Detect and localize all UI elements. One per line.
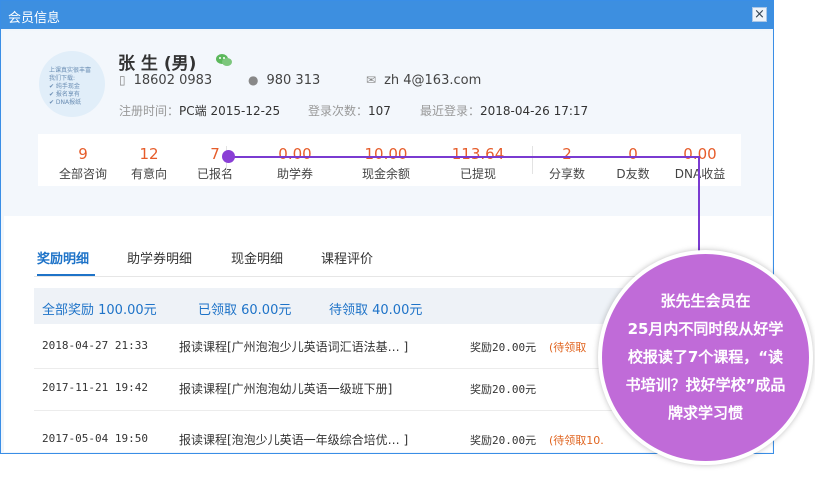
stat-label: DNA收益 — [674, 167, 726, 181]
stat-cash-balance[interactable]: 10.00 现金余额 — [350, 146, 422, 182]
qq-number: 980 313 — [266, 73, 321, 88]
stat-value: 9 — [78, 145, 88, 163]
email-contact: ✉ zh 4@163.com — [366, 73, 481, 88]
row-description: 报读课程[广州泡泡少儿英语词汇语法基… ] — [179, 340, 409, 354]
stat-intent[interactable]: 12 有意向 — [124, 146, 174, 182]
row-amount: 奖励20.00元 — [470, 434, 537, 447]
stat-all-inquiries[interactable]: 9 全部咨询 — [58, 146, 108, 182]
row-date: 2017-05-04 19:50 — [42, 432, 148, 445]
stat-label: 现金余额 — [361, 167, 410, 181]
stat-coupons[interactable]: 0.00 助学券 — [264, 146, 326, 182]
stat-shares[interactable]: 2 分享数 — [542, 146, 592, 182]
tab-course-reviews[interactable]: 课程评价 — [321, 248, 373, 267]
callout-connector — [231, 156, 699, 158]
last-login-label: 最近登录： — [420, 104, 481, 118]
stat-label: 有意向 — [130, 167, 167, 181]
row-date: 2017-11-21 19:42 — [42, 381, 148, 394]
stat-value: 12 — [139, 145, 159, 163]
login-value: 107 — [368, 104, 391, 118]
login-count: 登录次数：107 — [308, 102, 391, 119]
window-title: 会员信息 — [8, 11, 61, 26]
qq-icon: ● — [248, 73, 259, 87]
callout-line: 张先生会员在 — [660, 292, 751, 310]
close-button[interactable]: × — [752, 7, 767, 22]
stats-bar: 9 全部咨询 12 有意向 7 已报名 0.00 助学券 10.00 现金余额 … — [38, 134, 741, 186]
stat-value: 113.64 — [451, 145, 505, 163]
callout-line: 25月内不同时段从好学 — [627, 320, 784, 338]
row-date: 2018-04-27 21:33 — [42, 339, 148, 352]
stat-value: 0 — [628, 145, 638, 163]
tab-cash-details[interactable]: 现金明细 — [231, 248, 283, 267]
stat-value: 0.00 — [278, 145, 312, 163]
stat-label: 已提现 — [459, 167, 496, 181]
login-label: 登录次数： — [308, 104, 369, 118]
row-amount: 奖励20.00元 — [470, 341, 537, 354]
summary-received[interactable]: 已领取 60.00元 — [198, 299, 291, 318]
avatar-image-text: 上课真实很丰富 我们下载: ✔ 纯手现金 ✔ 报名享有 ✔ DNA报纸 — [49, 67, 92, 106]
row-amount: 奖励20.00元 — [470, 383, 537, 396]
register-time: 注册时间：PC端 2015-12-25 — [119, 102, 280, 119]
callout-bubble: 张先生会员在 25月内不同时段从好学 校报读了7个课程，“读 书培训？找好学校”… — [598, 250, 813, 465]
callout-line: 校报读了7个课程，“读 — [627, 348, 784, 366]
summary-pending[interactable]: 待领取 40.00元 — [329, 299, 422, 318]
profile-panel: 上课真实很丰富 我们下载: ✔ 纯手现金 ✔ 报名享有 ✔ DNA报纸 张 生 … — [4, 31, 772, 216]
qq-contact: ● 980 313 — [248, 73, 320, 88]
email-address: zh 4@163.com — [384, 73, 482, 88]
mail-icon: ✉ — [366, 73, 377, 87]
callout-line: 牌求学习惯 — [667, 404, 743, 422]
callout-line: 书培训？找好学校”成品 — [625, 376, 786, 394]
stat-withdrawn[interactable]: 113.64 已提现 — [444, 146, 512, 182]
stat-label: 已报名 — [196, 167, 233, 181]
row-description: 报读课程[泡泡少儿英语一年级综合培优… ] — [179, 433, 409, 447]
stat-value: 10.00 — [364, 145, 408, 163]
avatar[interactable]: 上课真实很丰富 我们下载: ✔ 纯手现金 ✔ 报名享有 ✔ DNA报纸 — [39, 51, 105, 117]
last-login: 最近登录：2018-04-26 17:17 — [420, 102, 588, 119]
divider — [532, 146, 533, 174]
register-value: PC端 2015-12-25 — [179, 104, 281, 118]
wechat-icon[interactable] — [216, 53, 232, 67]
phone-icon: ▯ — [119, 73, 126, 87]
title-bar: 会员信息 × — [1, 1, 773, 29]
stat-label: D友数 — [616, 167, 650, 181]
phone-number: 18602 0983 — [133, 73, 213, 88]
callout-connector-vertical — [698, 156, 700, 252]
stat-d-friends[interactable]: 0 D友数 — [608, 146, 658, 182]
stat-value: 0.00 — [683, 145, 717, 163]
row-description: 报读课程[广州泡泡幼儿英语一级班下册] — [179, 382, 393, 396]
callout-anchor-dot — [222, 150, 235, 163]
stat-value: 2 — [562, 145, 572, 163]
tab-reward-details[interactable]: 奖励明细 — [37, 248, 89, 267]
stat-label: 全部咨询 — [58, 167, 107, 181]
register-label: 注册时间： — [119, 104, 180, 118]
stat-dna-earnings[interactable]: 0.00 DNA收益 — [670, 146, 730, 182]
summary-total[interactable]: 全部奖励 100.00元 — [42, 299, 157, 318]
stat-label: 助学券 — [276, 167, 313, 181]
member-name: 张 生 (男) — [118, 54, 197, 74]
last-login-value: 2018-04-26 17:17 — [480, 104, 589, 118]
row-status: (待领取 — [549, 341, 587, 354]
tab-coupon-details[interactable]: 助学券明细 — [127, 248, 192, 267]
stat-label: 分享数 — [548, 167, 585, 181]
phone-contact: ▯ 18602 0983 — [119, 73, 212, 88]
row-status: (待领取10. — [549, 434, 604, 447]
